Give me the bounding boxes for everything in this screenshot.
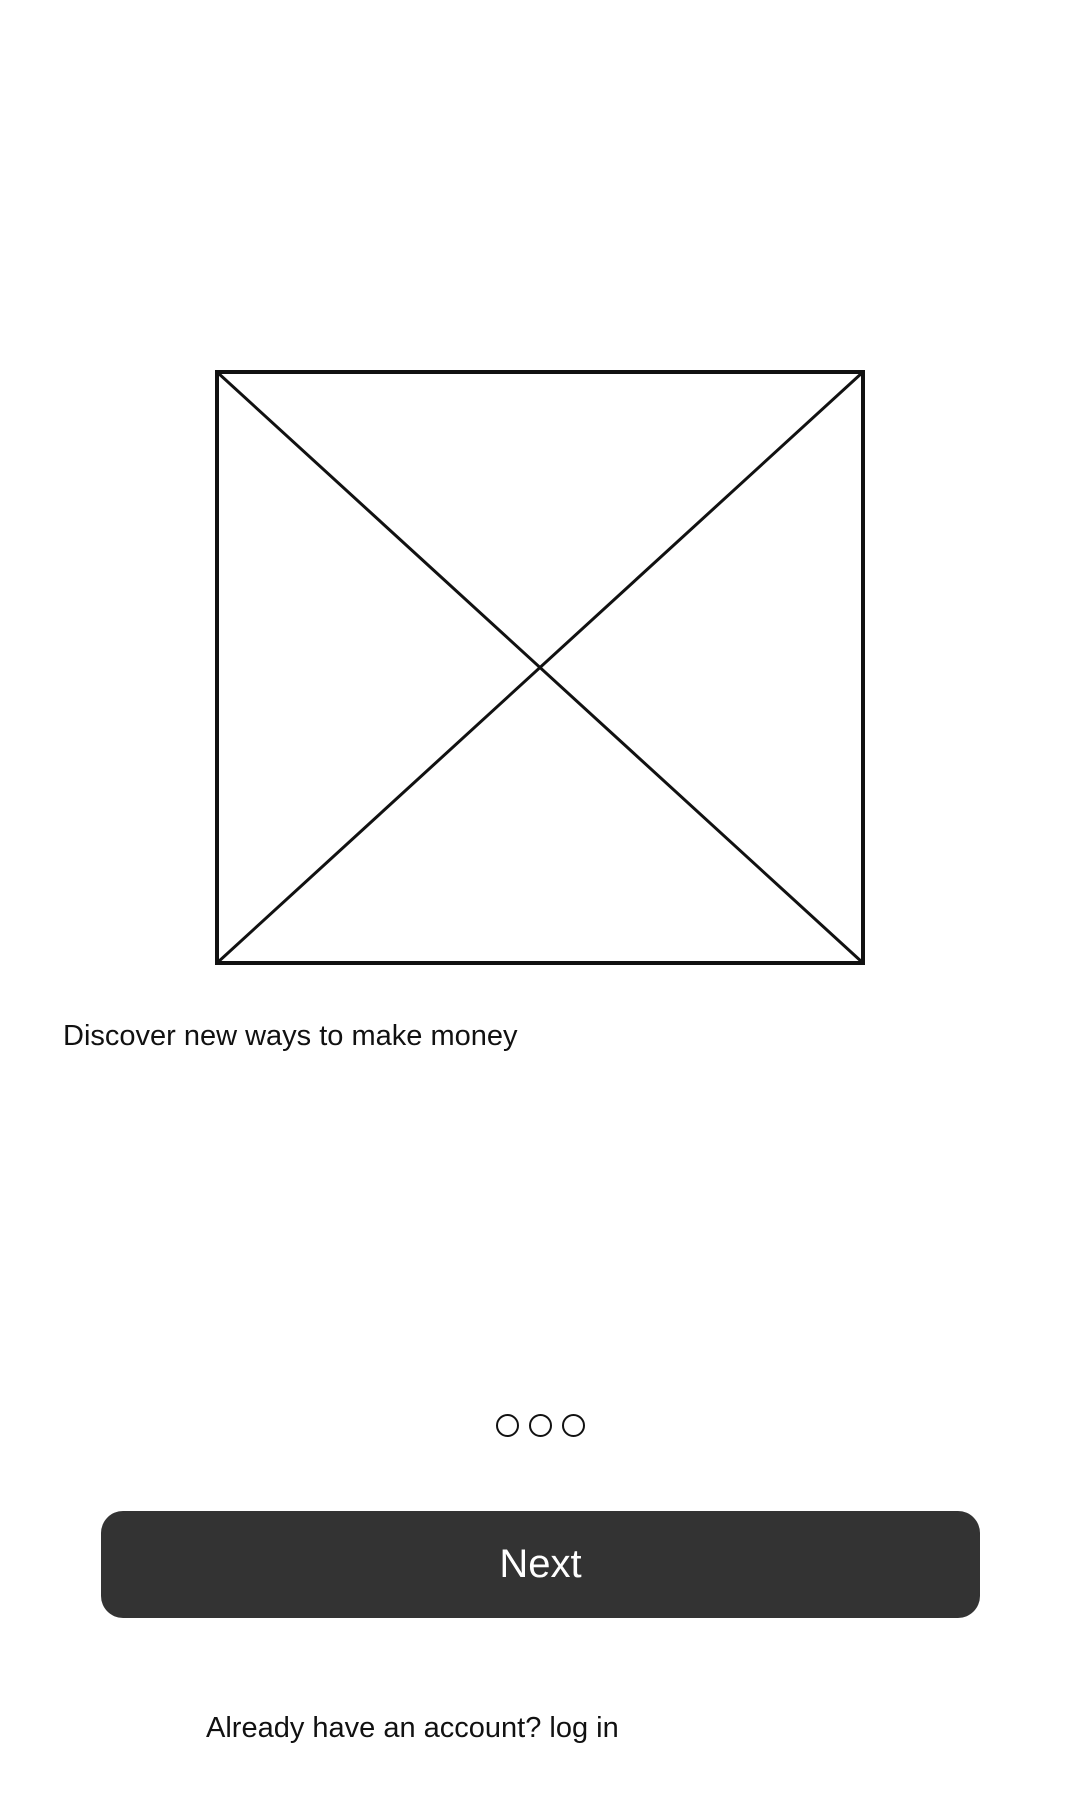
onboarding-headline: Discover new ways to make money <box>63 1020 518 1052</box>
page-dot-2[interactable] <box>528 1414 552 1437</box>
login-prompt: Already have an account? log in <box>206 1710 619 1746</box>
login-link[interactable]: log in <box>549 1712 618 1744</box>
login-prompt-text: Already have an account? <box>206 1712 542 1744</box>
next-button[interactable]: Next <box>101 1511 980 1618</box>
page-dot-1[interactable] <box>495 1414 519 1437</box>
image-placeholder-icon <box>215 370 865 965</box>
page-dot-3[interactable] <box>561 1414 585 1437</box>
image-placeholder-graphic <box>215 370 865 965</box>
pagination-indicator <box>0 1414 1080 1442</box>
